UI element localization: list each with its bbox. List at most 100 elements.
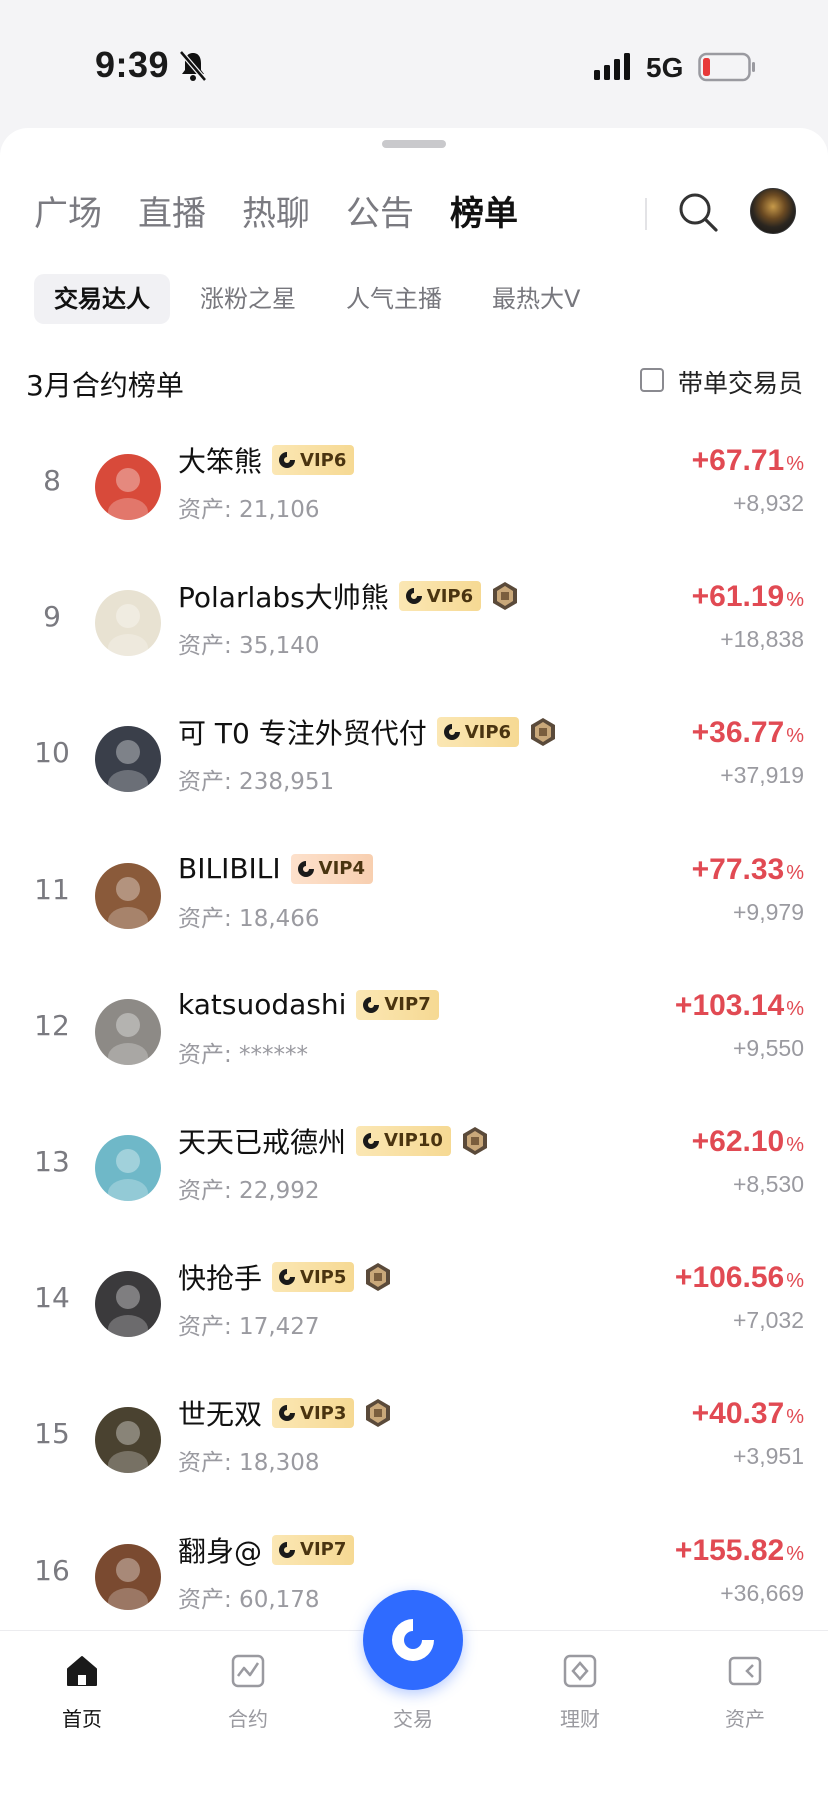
trader-assets: 资产: 35,140	[178, 633, 320, 660]
vip-level: VIP6	[464, 721, 512, 743]
trader-assets: 资产: ******	[178, 1041, 309, 1068]
copy-trader-label[interactable]: 带单交易员	[678, 364, 803, 400]
rank-number: 11	[34, 872, 70, 906]
subtab-rising-stars[interactable]: 涨粉之星	[180, 274, 316, 324]
trader-avatar[interactable]	[95, 1543, 161, 1610]
sub-tabs: 交易达人 涨粉之星 人气主播 最热大V	[34, 274, 610, 324]
profit-amount: +3,951	[733, 1443, 804, 1470]
trader-avatar[interactable]	[95, 862, 161, 929]
roi-unit: %	[786, 1542, 804, 1565]
section-title: 3月合约榜单	[26, 369, 184, 402]
profit-amount: +36,669	[720, 1579, 804, 1606]
vip-badge: VIP3	[272, 1398, 355, 1429]
trader-avatar[interactable]	[95, 726, 161, 793]
vip-logo-icon	[279, 452, 296, 468]
trader-name: BILIBILI	[178, 852, 281, 886]
roi-percent: +155.82%	[675, 1534, 804, 1568]
trader-assets: 资产: 60,178	[178, 1586, 320, 1613]
roi-value: +36.77	[691, 716, 785, 750]
vip-logo-icon	[279, 1269, 296, 1286]
leaderboard-row[interactable]: 11 BILIBILI VIP4 资产: 18,466 +77.33% +9,9…	[0, 835, 828, 971]
subtab-popular-hosts[interactable]: 人气主播	[326, 274, 462, 324]
trader-assets: 资产: 21,106	[178, 497, 320, 523]
wallet-icon	[728, 1656, 762, 1686]
status-time: 9:39	[95, 44, 170, 85]
trader-avatar[interactable]	[95, 1407, 161, 1474]
trader-name-line: 世无双 VIP3	[178, 1393, 392, 1433]
leaderboard-row[interactable]: 8 大笨熊 VIP6 资产: 21,106 +67.71% +8,932	[0, 426, 828, 562]
vip-level: VIP7	[300, 1539, 347, 1560]
trader-name-line: 可 T0 专注外贸代付 VIP6	[178, 712, 557, 752]
trader-name: 大笨熊	[178, 445, 263, 478]
leaderboard-row[interactable]: 14 快抢手 VIP5 资产: 17,427 +106.56% +7,032	[0, 1243, 828, 1379]
trader-avatar[interactable]	[95, 998, 161, 1065]
vip-logo-icon	[279, 1405, 296, 1422]
medal-icon	[531, 718, 556, 747]
trader-assets: 资产: 18,466	[178, 905, 320, 932]
trader-name-line: Polarlabs大帅熊 VIP6	[178, 576, 519, 616]
trade-logo-icon	[392, 1619, 434, 1661]
nav-assets[interactable]: 资产	[700, 1651, 790, 1732]
vip-logo-icon	[405, 588, 422, 605]
nav-home[interactable]: 首页	[37, 1651, 127, 1732]
tab-live[interactable]: 直播	[138, 186, 206, 242]
tab-hot-chat[interactable]: 热聊	[242, 186, 310, 242]
vip-logo-icon	[297, 860, 314, 877]
leaderboard-row[interactable]: 9 Polarlabs大帅熊 VIP6 资产: 35,140 +61.19 % …	[0, 562, 828, 698]
medal-icon	[366, 1263, 391, 1292]
profit-amount: +18,838	[720, 626, 804, 653]
top-tabs: 广场 直播 热聊 公告 榜单	[34, 186, 554, 242]
nav-futures[interactable]: 合约	[203, 1651, 293, 1732]
profit-amount: +7,032	[733, 1307, 804, 1334]
tab-leaderboard[interactable]: 榜单	[450, 186, 518, 242]
subtab-hottest-kol[interactable]: 最热大V	[472, 274, 600, 324]
copy-trader-checkbox[interactable]	[640, 368, 664, 392]
leaderboard-row[interactable]: 15 世无双 VIP3 资产: 18,308 +40.37% +3,951	[0, 1379, 828, 1515]
roi-unit: %	[786, 453, 804, 475]
chart-icon	[231, 1654, 265, 1688]
vip-logo-icon	[363, 996, 380, 1013]
roi-value: +106.56	[674, 1261, 785, 1295]
roi-percent: +62.10%	[692, 1125, 804, 1159]
sheet-grabber[interactable]	[382, 140, 446, 148]
trader-avatar[interactable]	[95, 590, 161, 657]
roi-unit: %	[786, 1406, 804, 1429]
nav-finance[interactable]: 理财	[535, 1651, 625, 1732]
leaderboard-row[interactable]: 13 天天已戒德州 VIP10 资产: 22,992 +62.10 % +8,5…	[0, 1107, 828, 1243]
vip-level: VIP3	[300, 1402, 347, 1424]
trader-name: Polarlabs大帅熊	[178, 581, 389, 615]
trader-name: 可 T0 专注外贸代付	[178, 717, 427, 751]
trader-avatar[interactable]	[95, 454, 161, 520]
trader-assets: 资产: 18,308	[178, 1450, 320, 1477]
rank-number: 14	[34, 1281, 70, 1315]
trader-avatar[interactable]	[95, 1271, 161, 1338]
trader-name: 翻身@	[178, 1534, 263, 1568]
tab-square[interactable]: 广场	[34, 186, 102, 242]
rank-number: 10	[34, 736, 70, 770]
tab-divider	[645, 198, 647, 230]
leaderboard-row[interactable]: 12 katsuodashi VIP7 资产: ****** +103.14% …	[0, 971, 828, 1107]
profit-amount: +8,530	[733, 1170, 804, 1197]
subtab-top-traders[interactable]: 交易达人	[34, 274, 170, 324]
profit-amount: +37,919	[720, 762, 804, 789]
trader-avatar[interactable]	[95, 1134, 161, 1201]
roi-percent: +36.77%	[692, 716, 804, 750]
roi-percent: +106.56%	[675, 1261, 804, 1295]
roi-unit: %	[786, 1270, 804, 1293]
roi-value: +77.33	[691, 852, 785, 886]
rank-number: 8	[43, 464, 61, 497]
vip-badge: VIP5	[272, 1262, 355, 1293]
roi-value: +61.19	[691, 580, 785, 614]
trader-name-line: BILIBILI VIP4	[178, 849, 383, 889]
vip-badge: VIP7	[272, 1534, 355, 1565]
roi-unit: %	[786, 861, 804, 884]
tab-announcement[interactable]: 公告	[346, 186, 414, 242]
user-avatar[interactable]	[750, 188, 796, 234]
vip-logo-icon	[279, 1541, 296, 1558]
vip-badge: VIP7	[356, 989, 439, 1020]
leaderboard-row[interactable]: 10 可 T0 专注外贸代付 VIP6 资产: 238,951 +36.77 %…	[0, 698, 828, 834]
search-icon[interactable]	[676, 190, 720, 234]
rank-number: 12	[34, 1008, 70, 1042]
leaderboard-list: 8 大笨熊 VIP6 资产: 21,106 +67.71% +8,932 9 P…	[0, 426, 828, 1652]
trade-button[interactable]	[363, 1590, 463, 1690]
